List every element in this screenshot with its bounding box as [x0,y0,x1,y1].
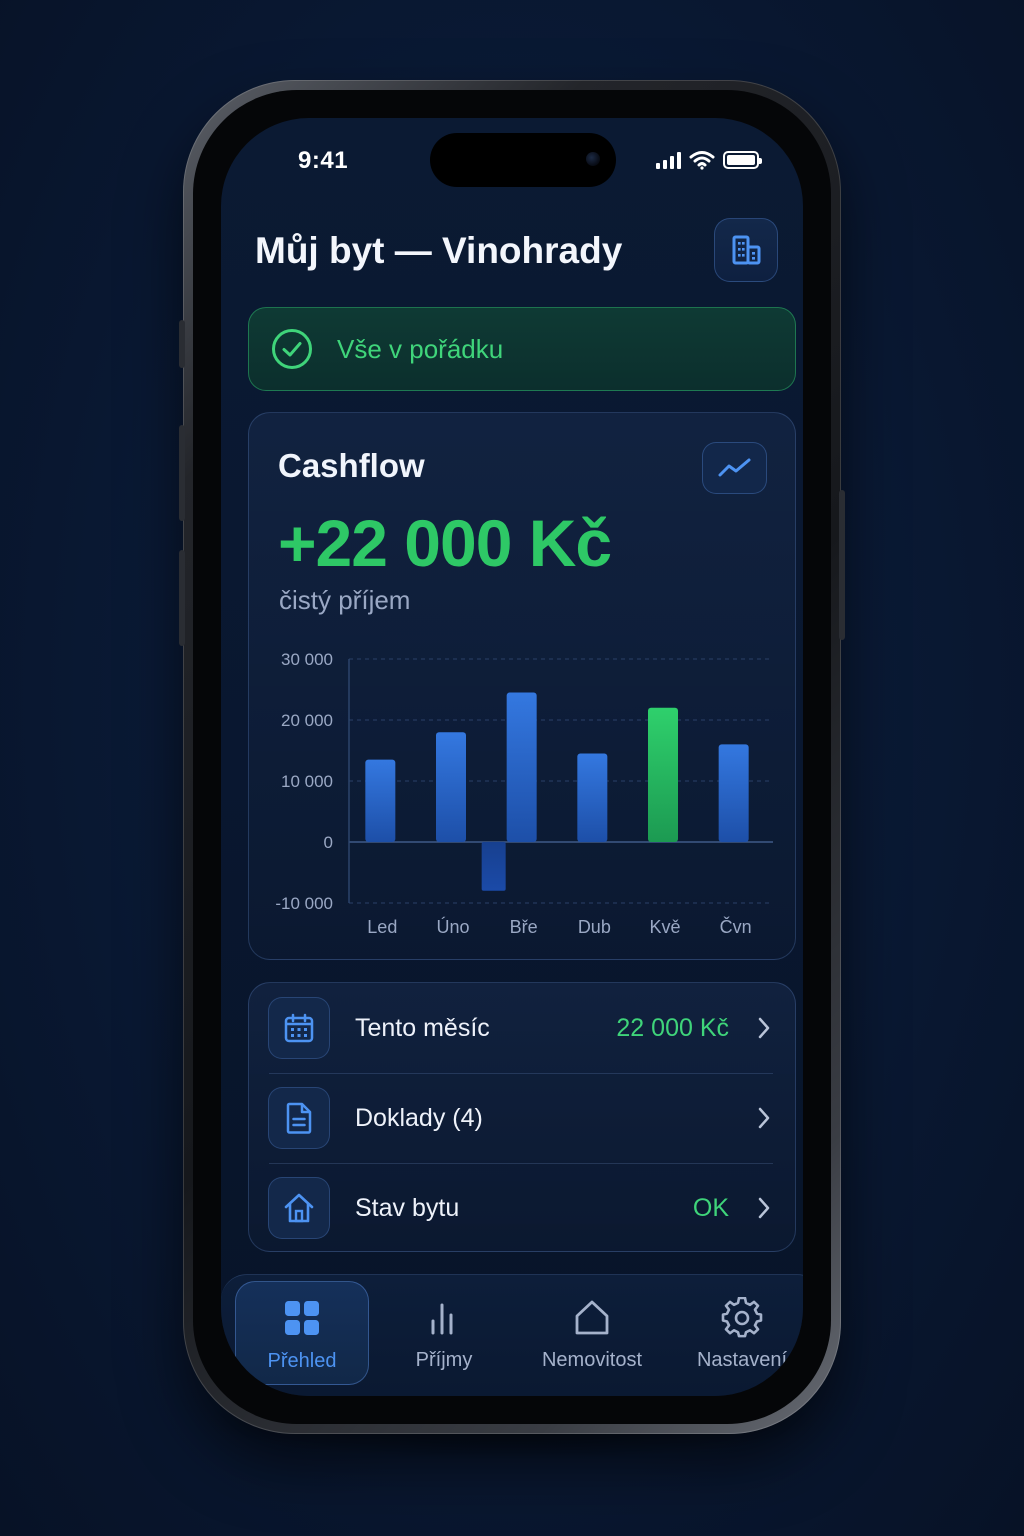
list-item-apartment-state[interactable]: Stav bytu OK [249,1163,795,1253]
tab-settings[interactable]: Nastavení [675,1281,803,1385]
list-item-this-month[interactable]: Tento měsíc 22 000 Kč [249,983,795,1073]
phone-frame: 9:41 Můj byt — Vinohrady Vše v pořádku C… [179,80,845,1434]
wifi-icon [689,151,715,170]
tab-overview[interactable]: Přehled [235,1281,369,1385]
chart-ytick-label: 10 000 [281,772,333,791]
screen: 9:41 Můj byt — Vinohrady Vše v pořádku C… [221,118,803,1396]
cashflow-card[interactable]: Cashflow +22 000 Kč čistý příjem 30 000 … [248,412,796,960]
chevron-right-icon [758,1197,770,1219]
chart-xtick-label: Bře [510,917,538,937]
tab-property[interactable]: Nemovitost [525,1281,659,1385]
gear-icon [721,1297,763,1338]
status-time: 9:41 [298,147,349,174]
chart-ytick-label: -10 000 [275,894,333,913]
chevron-right-icon [758,1017,770,1039]
signal-icon [656,151,681,169]
house-icon [575,1300,609,1335]
list-item-documents[interactable]: Doklady (4) [249,1073,795,1163]
list-item-value: 22 000 Kč [616,1014,729,1042]
bar-chart-icon [431,1303,453,1335]
summary-list: Tento měsíc 22 000 Kč Doklady (4) Stav b… [248,982,796,1252]
chart-ytick-label: 0 [324,833,333,852]
document-icon [286,1102,312,1134]
list-item-label: Stav bytu [355,1194,460,1222]
chart-ytick-label: 20 000 [281,711,333,730]
chart-bar [506,692,537,842]
chart-bar-highlight [648,707,678,842]
list-item-value: OK [692,1194,729,1222]
dynamic-island [430,133,616,187]
chart-bar [365,759,396,842]
chart-xtick-label: Úno [436,916,469,937]
cashflow-chart: 30 000 20 000 10 000 0 -10 000 Led Úno Bře Dub Kv… [275,650,773,937]
tab-label: Příjmy [415,1349,473,1371]
list-item-label: Doklady (4) [355,1104,483,1132]
chevron-right-icon [758,1107,770,1129]
chart-bar [577,753,608,842]
volume-up-button [179,425,185,521]
chart-bar-negative [481,842,506,891]
chart-bar [436,732,466,842]
tab-label: Přehled [267,1350,337,1372]
grid-icon [285,1301,319,1335]
mute-switch [179,320,185,368]
building-icon [732,235,761,265]
chart-xtick-label: Dub [578,917,611,937]
tab-label: Nemovitost [541,1349,643,1371]
page-title: Můj byt — Vinohrady [255,230,623,271]
camera-icon [586,152,600,166]
list-item-label: Tento měsíc [355,1014,490,1042]
power-button [839,490,845,640]
chart-xtick-label: Čvn [720,916,752,937]
document-icon-wrap [268,1087,330,1149]
chart-bar [718,744,749,842]
check-circle-icon [272,329,312,369]
status-icons [656,150,762,170]
calendar-icon [284,1013,314,1043]
status-banner[interactable]: Vše v pořádku [248,307,796,391]
volume-down-button [179,550,185,646]
house-icon [284,1193,314,1223]
tab-label: Nastavení [696,1349,788,1371]
house-icon-wrap [268,1177,330,1239]
chart-xtick-label: Led [367,917,397,937]
tab-income[interactable]: Příjmy [377,1281,511,1385]
property-button[interactable] [714,218,778,282]
calendar-icon-wrap [268,997,330,1059]
bezel: 9:41 Můj byt — Vinohrady Vše v pořádku C… [193,90,831,1424]
chart-xtick-label: Kvě [649,917,680,937]
status-banner-text: Vše v pořádku [337,333,504,364]
tab-bar: Přehled Příjmy Nemovitost Nastavení [221,1274,803,1396]
battery-icon [723,151,762,169]
chart-ytick-label: 30 000 [281,650,333,669]
